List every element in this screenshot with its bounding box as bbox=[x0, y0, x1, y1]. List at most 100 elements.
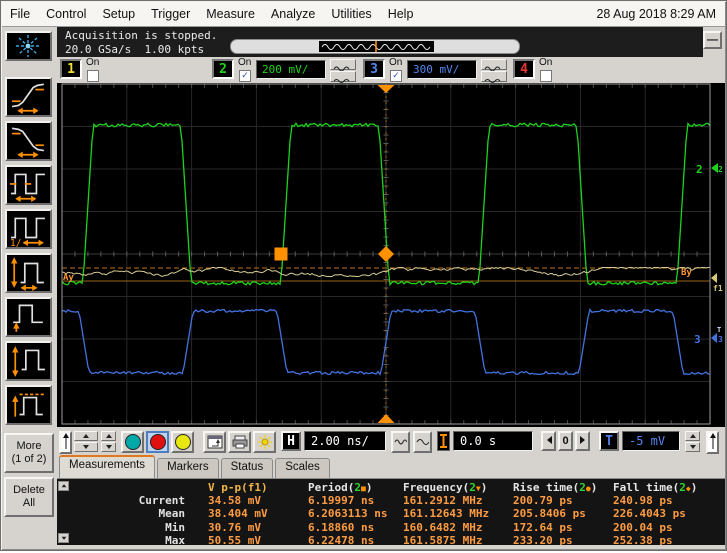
horizontal-position-field[interactable]: 0.0 s bbox=[453, 431, 533, 451]
menu-setup[interactable]: Setup bbox=[94, 4, 143, 24]
channel-4-button[interactable]: 4 bbox=[513, 59, 535, 79]
menu-analyze[interactable]: Analyze bbox=[263, 4, 323, 24]
positive-width-measurement-button[interactable] bbox=[5, 165, 52, 205]
trigger-level-spinner[interactable] bbox=[685, 431, 700, 453]
channel-2-on-label: On bbox=[238, 57, 252, 68]
scroll-down-button[interactable] bbox=[58, 533, 69, 543]
v-peak-peak-icon bbox=[11, 257, 44, 291]
waveform-view-button[interactable] bbox=[413, 431, 432, 453]
spin-up-button[interactable] bbox=[74, 431, 98, 441]
window-icon bbox=[207, 435, 222, 449]
v-amplitude-measurement-button[interactable] bbox=[5, 341, 52, 381]
measurement-row: Min 30.76 mV 6.18860 ns 160.6482 MHz 172.64 … bbox=[69, 521, 723, 534]
coarse-adjust-spinner[interactable] bbox=[74, 431, 98, 453]
window-layout-button[interactable] bbox=[203, 431, 226, 453]
timebase-overview[interactable] bbox=[230, 39, 520, 54]
rise-time-measurement-button[interactable] bbox=[5, 77, 52, 117]
menu-bar: File Control Setup Trigger Measure Analyze Uti… bbox=[2, 2, 725, 27]
v-top-measurement-button[interactable] bbox=[5, 385, 52, 425]
delete-all-button[interactable]: Delete All bbox=[4, 477, 54, 517]
v-base-measurement-button[interactable] bbox=[5, 297, 52, 337]
position-zero-button[interactable]: 0 bbox=[558, 431, 573, 451]
v-peak-peak-measurement-button[interactable] bbox=[5, 253, 52, 293]
measurement-value: 160.6482 MHz bbox=[403, 520, 483, 534]
more-button[interactable]: More (1 of 2) bbox=[4, 433, 54, 473]
svg-text:2: 2 bbox=[696, 163, 703, 176]
color-grade-red-button[interactable] bbox=[146, 431, 169, 453]
teal-dot-icon bbox=[124, 434, 141, 450]
stat-label: Mean bbox=[158, 507, 186, 521]
trigger-position-icon[interactable] bbox=[437, 431, 450, 451]
position-right-button[interactable] bbox=[575, 431, 590, 451]
channel-2-coupling-ac-button[interactable] bbox=[330, 59, 356, 72]
delete-label-2: All bbox=[22, 497, 36, 509]
tab-scales[interactable]: Scales bbox=[275, 458, 330, 478]
menu-utilities[interactable]: Utilities bbox=[323, 4, 379, 24]
scroll-up-button[interactable] bbox=[58, 481, 69, 491]
bottom-toolbar: H 2.00 ns/ 0.0 s 0 T -5 mV bbox=[57, 427, 725, 458]
horizontal-settings-icon[interactable]: H bbox=[281, 431, 301, 451]
channel-3-button[interactable]: 3 bbox=[363, 59, 385, 79]
menu-trigger[interactable]: Trigger bbox=[143, 4, 198, 24]
ibeam-icon bbox=[440, 434, 447, 448]
positive-width-icon bbox=[9, 173, 45, 202]
scope-graticule: Ay By232f13T bbox=[61, 83, 723, 425]
squiggle-icon bbox=[416, 439, 429, 445]
measurement-value: 50.55 mV bbox=[208, 533, 261, 545]
measurements-header-row: V p-p(f1) Period(2■) Frequency(2▼) Rise tim… bbox=[69, 481, 723, 494]
tab-markers[interactable]: Markers bbox=[157, 458, 219, 478]
measurement-value: 161.12643 MHz bbox=[403, 507, 490, 521]
trigger-settings-icon[interactable]: T bbox=[599, 431, 619, 451]
channel-3-on-label: On bbox=[389, 57, 403, 68]
measurement-column-header: V p-p(f1) bbox=[208, 481, 268, 494]
channel-2-coupling-dc-button[interactable] bbox=[330, 71, 356, 83]
horizontal-zoom-button[interactable] bbox=[391, 431, 410, 453]
spin-up-button[interactable] bbox=[685, 431, 700, 441]
color-grade-yellow-button[interactable] bbox=[171, 431, 194, 453]
channel-4-on-label: On bbox=[539, 57, 553, 68]
channel-3-scale-field[interactable]: 300 mV/ bbox=[407, 60, 477, 79]
marker-cursor-button-2[interactable] bbox=[706, 431, 719, 454]
channel-3-coupling-dc-button[interactable] bbox=[481, 71, 507, 83]
frequency-measurement-button[interactable]: 1/ bbox=[5, 209, 52, 249]
spin-down-button[interactable] bbox=[74, 442, 98, 452]
brightness-button[interactable] bbox=[253, 431, 276, 453]
trigger-level-field[interactable]: -5 mV bbox=[622, 431, 680, 451]
tab-status[interactable]: Status bbox=[220, 458, 274, 478]
squiggle-icon bbox=[394, 439, 407, 445]
menu-measure[interactable]: Measure bbox=[198, 4, 263, 24]
channel-3-checkbox[interactable]: ✓ bbox=[390, 70, 402, 82]
channel-2-button[interactable]: 2 bbox=[212, 59, 234, 79]
print-button[interactable] bbox=[228, 431, 251, 453]
channel-2-checkbox[interactable]: ✓ bbox=[239, 70, 251, 82]
more-label: More bbox=[16, 440, 42, 452]
channel-1-button[interactable]: 1 bbox=[60, 59, 82, 79]
cursor-arrow-icon bbox=[709, 433, 716, 449]
sun-icon bbox=[257, 435, 272, 449]
marker-cursor-button[interactable] bbox=[59, 431, 72, 454]
spin-down-button[interactable] bbox=[685, 442, 700, 452]
channel-4-checkbox[interactable] bbox=[540, 70, 552, 82]
timebase-window-segment[interactable] bbox=[319, 41, 434, 52]
position-left-button[interactable] bbox=[541, 431, 556, 451]
menu-file[interactable]: File bbox=[2, 4, 38, 24]
channel-3-coupling-ac-button[interactable] bbox=[481, 59, 507, 72]
fine-adjust-spinner[interactable] bbox=[101, 431, 116, 453]
color-grade-teal-button[interactable] bbox=[121, 431, 144, 453]
tab-measurements[interactable]: Measurements bbox=[59, 455, 156, 478]
timebase-field[interactable]: 2.00 ns/ bbox=[304, 431, 386, 451]
menu-help[interactable]: Help bbox=[380, 4, 422, 24]
channel-2-scale-field[interactable]: 200 mV/ bbox=[256, 60, 326, 79]
menu-control[interactable]: Control bbox=[38, 4, 94, 24]
logo-button[interactable] bbox=[5, 31, 52, 61]
spin-up-button[interactable] bbox=[101, 431, 116, 441]
minimize-button[interactable]: — bbox=[703, 31, 722, 49]
channel-1-checkbox[interactable] bbox=[87, 70, 99, 82]
fall-time-measurement-button[interactable] bbox=[5, 121, 52, 161]
fall-time-icon bbox=[11, 127, 44, 158]
waveform-display[interactable]: Ay By 2 3 2 f1 3 T bbox=[57, 83, 725, 427]
trigger-time-bottom-marker bbox=[377, 414, 395, 423]
printer-icon bbox=[232, 435, 247, 449]
measurement-value: 6.22478 ns bbox=[308, 533, 375, 545]
spin-down-button[interactable] bbox=[101, 442, 116, 452]
